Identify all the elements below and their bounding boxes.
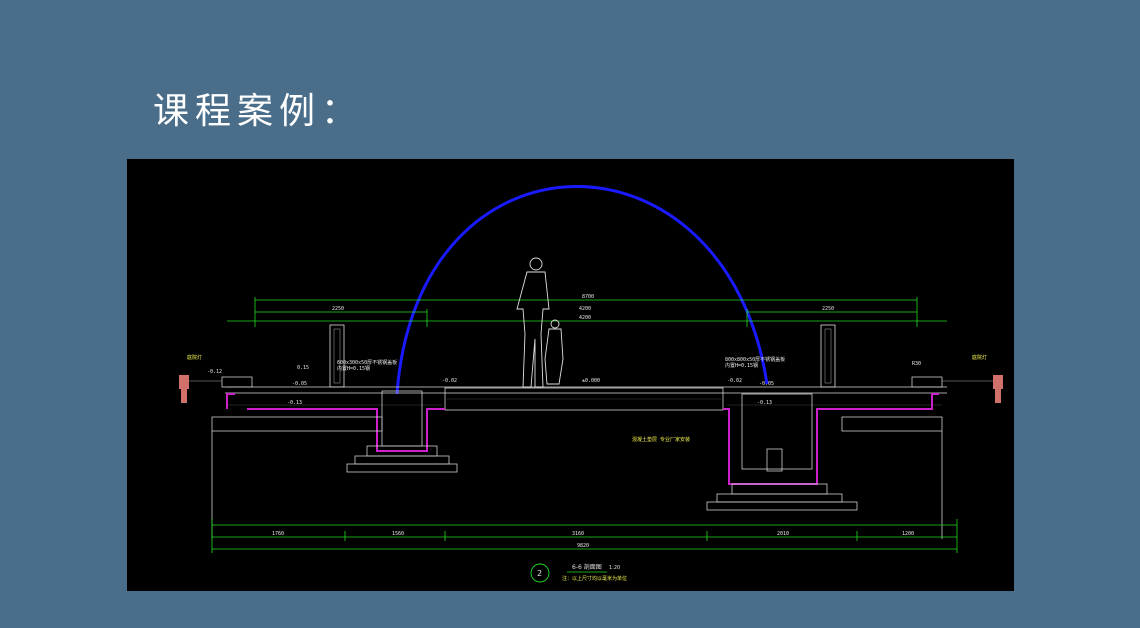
- water-arch: [395, 185, 769, 395]
- svg-text:-0.02: -0.02: [727, 378, 742, 384]
- svg-text:-0.05: -0.05: [292, 381, 307, 387]
- right-light-label: 庭院灯: [972, 354, 987, 361]
- svg-text:2010: 2010: [777, 531, 789, 537]
- svg-text:0.15: 0.15: [297, 365, 309, 371]
- section-label: 2 6-6 剖面图 1:20 注：以上尺寸均以毫米为单位: [530, 563, 627, 583]
- section-scale: 1:20: [609, 565, 620, 571]
- slide-title: 课程案例：: [153, 91, 364, 132]
- mid-note: 混凝土垫层 专业厂家安装: [632, 436, 690, 443]
- left-planter-callout-sub: 内置H=0.15钢: [337, 365, 370, 372]
- slab: [225, 386, 947, 411]
- top-dim-text: 8700 2250 2250 4200 4200: [332, 294, 834, 321]
- bottom-dim-text: 1760 1560 3160 2010 1200 9820: [272, 531, 914, 549]
- svg-text:1560: 1560: [392, 531, 404, 537]
- elevation-labels: -0.12 -0.05 -0.13 -0.02 ±0.000 -0.02 -0.…: [207, 365, 774, 406]
- radius-label: R30: [912, 361, 921, 367]
- human-figure: [516, 257, 564, 388]
- svg-text:1760: 1760: [272, 531, 284, 537]
- svg-text:-0.05: -0.05: [759, 381, 774, 387]
- side-walls: [211, 376, 943, 539]
- left-light-fixture: [179, 375, 222, 403]
- right-planter-callout-sub: 内置H=0.15钢: [725, 362, 758, 369]
- svg-text:-0.13: -0.13: [757, 400, 772, 406]
- section-drawing-svg: 8700 2250 2250 4200 4200 庭院灯 庭院灯 600x300…: [179, 185, 1003, 583]
- dim-middle-2: 4200: [579, 315, 591, 321]
- section-title: 6-6 剖面图: [572, 563, 602, 571]
- svg-text:±0.000: ±0.000: [582, 378, 600, 384]
- left-planter: [329, 324, 345, 388]
- svg-text:-0.13: -0.13: [287, 400, 302, 406]
- dim-middle: 4200: [579, 306, 591, 312]
- slab-hatch: [227, 398, 942, 406]
- top-dimensions: [227, 297, 947, 327]
- magenta-lines: [226, 393, 939, 485]
- right-planter-callout: 800x800x50厚不锈钢盖板: [725, 356, 785, 363]
- cad-drawing: 8700 2250 2250 4200 4200 庭院灯 庭院灯 600x300…: [127, 159, 1014, 591]
- svg-text:-0.02: -0.02: [442, 378, 457, 384]
- dim-total: 8700: [582, 294, 594, 300]
- svg-text:3160: 3160: [572, 531, 584, 537]
- svg-text:1200: 1200: [902, 531, 914, 537]
- left-pit: [346, 390, 458, 473]
- dim-right-group: 2250: [822, 306, 834, 312]
- right-light-fixture: [942, 375, 1003, 403]
- svg-text:9820: 9820: [577, 543, 589, 549]
- svg-text:-0.12: -0.12: [207, 369, 222, 375]
- section-note: 注：以上尺寸均以毫米为单位: [562, 575, 627, 582]
- right-planter: [820, 324, 836, 388]
- dim-left-group: 2250: [332, 306, 344, 312]
- left-light-label: 庭院灯: [187, 354, 202, 361]
- left-planter-callout: 600x300x50厚不锈钢盖板: [337, 359, 397, 366]
- section-number: 2: [537, 569, 542, 578]
